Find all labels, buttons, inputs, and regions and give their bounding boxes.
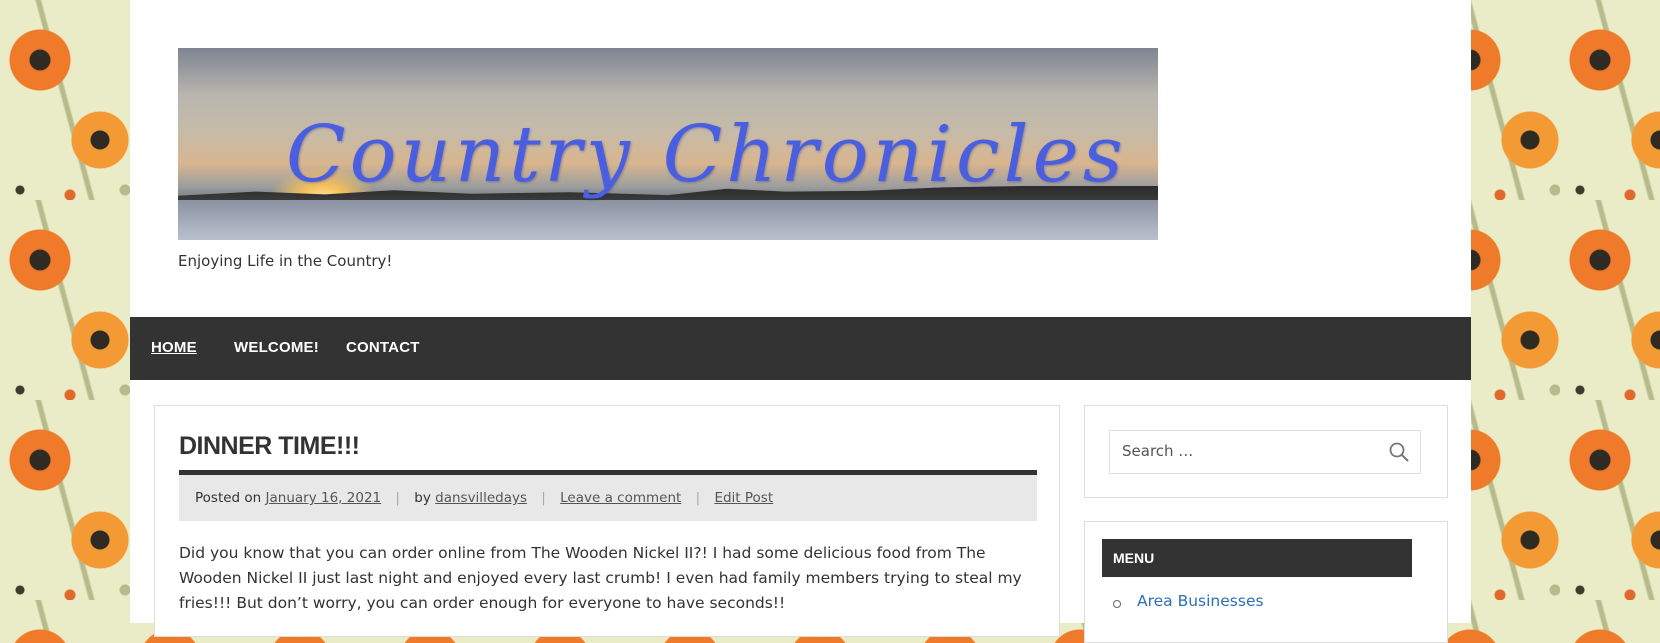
header-banner-image[interactable]: Country Chronicles bbox=[178, 48, 1158, 240]
menu-widget: MENU Area Businesses bbox=[1084, 521, 1448, 643]
nav-item-home[interactable]: HOME bbox=[151, 339, 197, 356]
posted-on-label: Posted on bbox=[195, 490, 262, 506]
menu-widget-title: MENU bbox=[1102, 539, 1412, 577]
post-article: DINNER TIME!!! Posted on January 16, 202… bbox=[154, 405, 1060, 637]
post-date-link[interactable]: January 16, 2021 bbox=[266, 490, 382, 506]
nav-item-contact[interactable]: CONTACT bbox=[346, 339, 420, 356]
meta-separator: | bbox=[695, 490, 701, 506]
by-label: by bbox=[414, 490, 431, 506]
search-form bbox=[1109, 430, 1421, 474]
menu-list-item: Area Businesses bbox=[1113, 592, 1264, 610]
banner-field bbox=[178, 200, 1158, 240]
menu-widget-title-text: MENU bbox=[1113, 550, 1155, 566]
edit-post-link[interactable]: Edit Post bbox=[714, 490, 773, 506]
post-body-text: Did you know that you can order online f… bbox=[179, 544, 1022, 612]
post-title[interactable]: DINNER TIME!!! bbox=[179, 432, 360, 461]
author-link[interactable]: dansvilledays bbox=[435, 490, 527, 506]
search-widget bbox=[1084, 405, 1448, 498]
site-header: Country Chronicles Enjoying Life in the … bbox=[178, 48, 1158, 270]
meta-separator: | bbox=[395, 490, 400, 506]
page-container: Country Chronicles Enjoying Life in the … bbox=[130, 0, 1471, 643]
main-navigation: HOME WELCOME! CONTACT bbox=[130, 317, 1471, 380]
menu-link-area-businesses[interactable]: Area Businesses bbox=[1137, 592, 1264, 610]
meta-separator: | bbox=[541, 490, 546, 506]
site-tagline: Enjoying Life in the Country! bbox=[178, 252, 393, 270]
search-input[interactable] bbox=[1110, 431, 1394, 471]
banner-logo-text: Country Chronicles bbox=[286, 110, 1127, 200]
search-icon[interactable] bbox=[1388, 441, 1410, 463]
post-meta-bar: Posted on January 16, 2021 | by dansvill… bbox=[179, 470, 1037, 521]
leave-comment-link[interactable]: Leave a comment bbox=[560, 490, 681, 506]
menu-list: Area Businesses bbox=[1113, 592, 1264, 610]
nav-item-welcome[interactable]: WELCOME! bbox=[234, 339, 319, 356]
